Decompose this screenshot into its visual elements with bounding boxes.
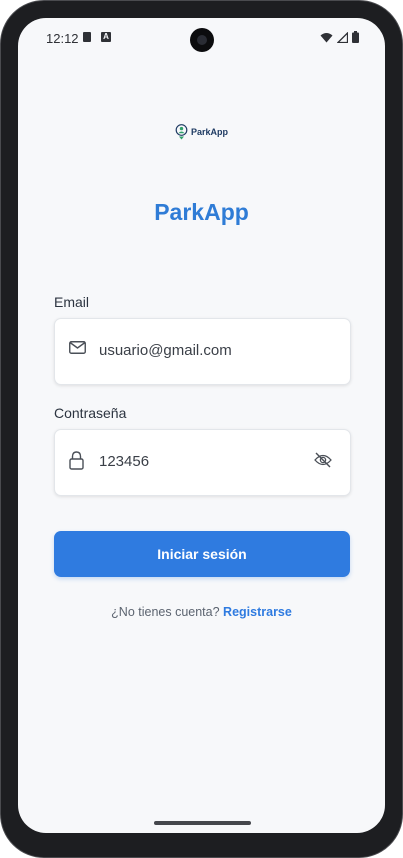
phone-frame: 12:12 A ParkApp ParkApp Email usuario@gm… <box>0 0 403 858</box>
wifi-icon <box>320 32 333 42</box>
mail-icon <box>69 341 86 354</box>
lock-icon <box>69 451 84 470</box>
password-value: 123456 <box>99 453 150 470</box>
font-a-icon: A <box>101 32 111 42</box>
front-camera <box>190 28 214 52</box>
register-prompt: ¿No tienes cuenta? Registrarse <box>18 605 385 619</box>
status-icons <box>320 31 359 43</box>
email-label: Email <box>54 294 90 310</box>
app-logo: ParkApp <box>175 124 228 140</box>
register-prompt-text: ¿No tienes cuenta? <box>111 605 220 619</box>
app-screen: 12:12 A ParkApp ParkApp Email usuario@gm… <box>18 18 385 833</box>
page-title: ParkApp <box>154 199 249 225</box>
status-bar: 12:12 A <box>18 18 385 56</box>
email-value: usuario@gmail.com <box>99 342 232 359</box>
email-field[interactable]: usuario@gmail.com <box>54 318 351 385</box>
signal-icon <box>337 31 348 43</box>
login-button[interactable]: Iniciar sesión <box>54 531 350 577</box>
status-time: 12:12 <box>46 31 79 46</box>
parking-pin-icon <box>175 124 188 140</box>
battery-icon <box>352 31 359 43</box>
password-label: Contraseña <box>54 405 127 421</box>
logo-text: ParkApp <box>191 127 229 137</box>
register-link[interactable]: Registrarse <box>223 605 292 619</box>
home-indicator[interactable] <box>154 821 251 825</box>
sd-card-icon <box>83 32 91 42</box>
password-field[interactable]: 123456 <box>54 429 351 496</box>
eye-off-icon[interactable] <box>314 452 332 468</box>
